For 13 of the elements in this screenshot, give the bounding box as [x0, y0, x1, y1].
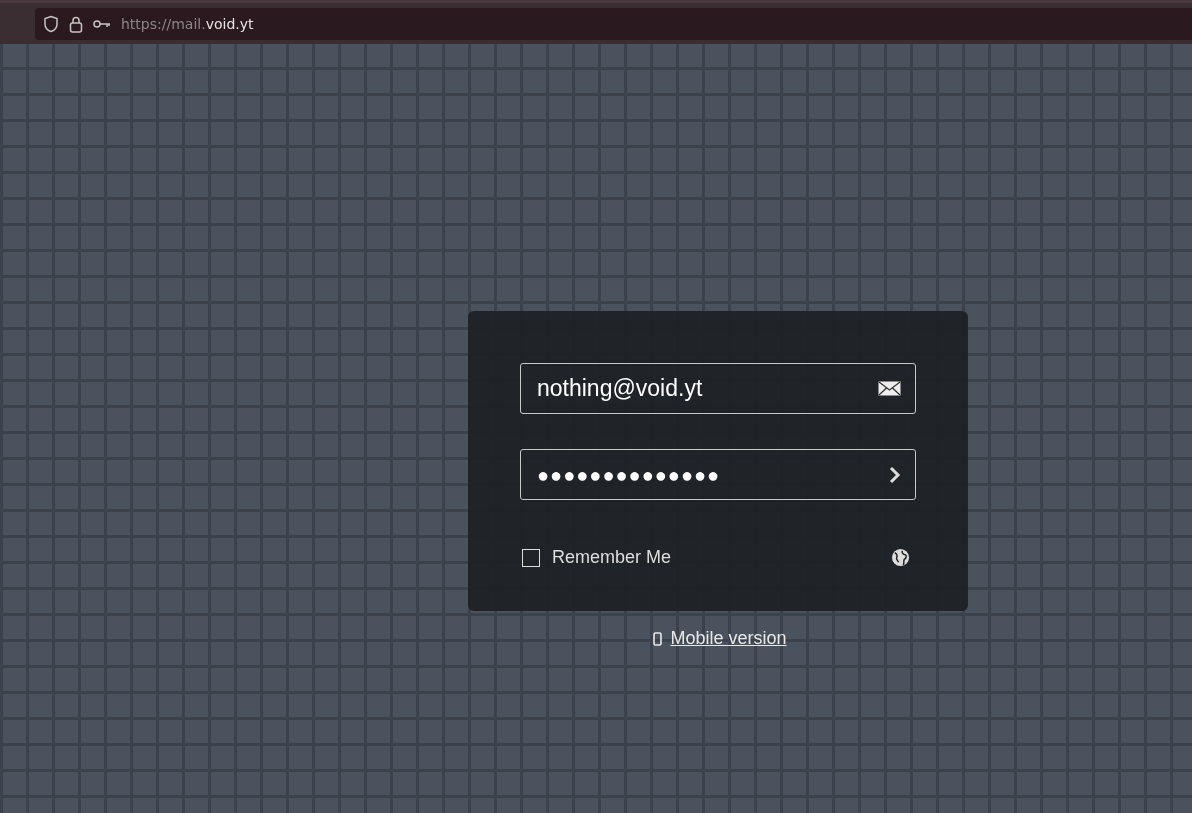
lock-icon[interactable]	[69, 15, 83, 33]
shield-icon[interactable]	[43, 15, 59, 33]
phone-icon	[653, 631, 663, 646]
envelope-icon	[878, 381, 901, 396]
address-url[interactable]: https://mail.void.yt	[121, 13, 254, 35]
remember-checkbox[interactable]	[522, 548, 540, 567]
remember-me-label[interactable]: Remember Me	[552, 544, 672, 571]
mobile-version-link[interactable]: Mobile version	[670, 625, 787, 652]
email-field[interactable]: nothing@void.yt	[520, 363, 916, 414]
password-field[interactable]: ●●●●●●●●●●●●●●	[520, 449, 916, 500]
chevron-right-icon[interactable]	[889, 465, 901, 484]
globe-icon[interactable]	[891, 548, 910, 567]
key-icon[interactable]	[93, 19, 111, 29]
